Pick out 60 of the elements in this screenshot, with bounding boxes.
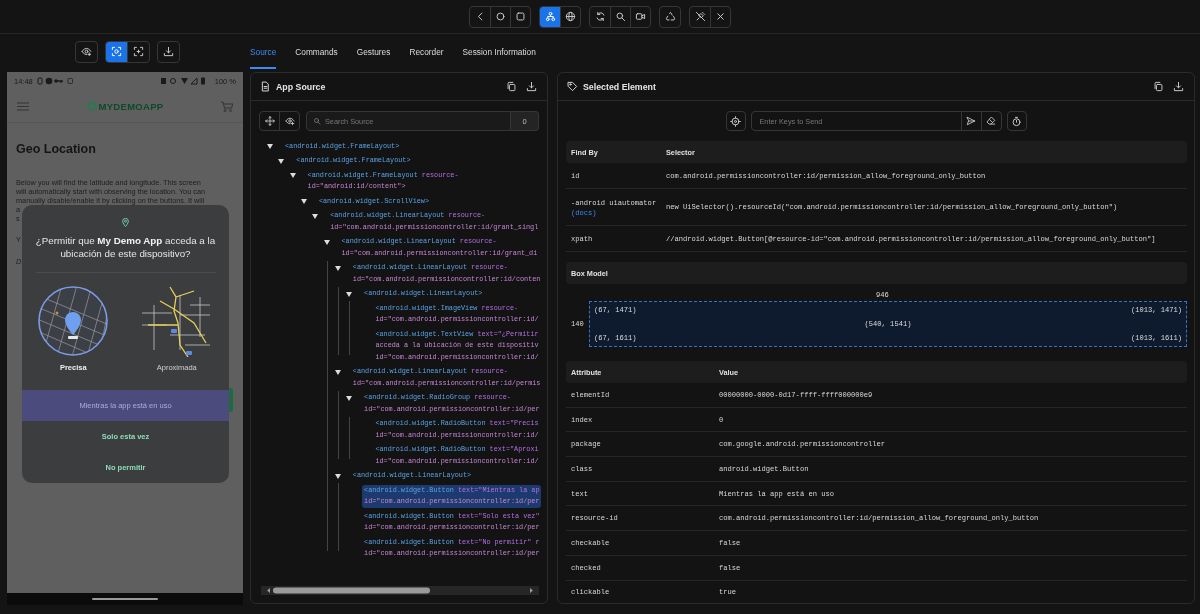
expanded-triangle-icon[interactable] [346, 395, 353, 401]
dialog-title: ¿Permitir que My Demo App acceda a la ubicación de este dispositivo? [34, 234, 217, 260]
expanded-triangle-icon[interactable] [346, 291, 353, 297]
timing-button[interactable] [1006, 111, 1027, 131]
tab[interactable]: Commands [295, 34, 338, 69]
eraser-icon [986, 116, 996, 126]
expanded-triangle-icon[interactable] [267, 144, 273, 149]
select-box-icon [111, 46, 122, 57]
video-camera-icon [635, 11, 646, 22]
expanded-triangle-icon[interactable] [334, 369, 341, 375]
stopwatch-icon [1011, 115, 1022, 127]
copy-button[interactable] [504, 79, 519, 94]
native-mode-button[interactable] [540, 6, 560, 27]
page-title: Geo Location [16, 142, 97, 157]
tab[interactable]: Gestures [356, 34, 391, 69]
refresh-icon [594, 11, 606, 22]
focus-icon [133, 46, 144, 57]
panel-title: Selected Element [583, 81, 657, 92]
app-logo: MYDEMOAPP [98, 100, 164, 112]
tag-icon [567, 81, 578, 92]
logo-icon [86, 101, 97, 111]
copy-icon [506, 81, 517, 92]
download-icon [526, 81, 537, 92]
horizontal-scrollbar[interactable] [261, 586, 539, 595]
tab[interactable]: Recorder [409, 34, 444, 69]
expanded-triangle-icon[interactable] [289, 173, 296, 178]
location-pin-icon [121, 218, 130, 227]
document-icon [260, 81, 271, 92]
send-icon [966, 116, 976, 126]
eye-plus-icon [81, 46, 92, 57]
expanded-triangle-icon[interactable] [334, 473, 341, 479]
tree-icon [544, 11, 556, 22]
slashed-plug-icon [694, 11, 706, 22]
expanded-triangle-icon[interactable] [300, 199, 307, 204]
select-elements-button[interactable] [106, 41, 127, 62]
globe-icon [565, 11, 576, 22]
crosshair-icon [730, 115, 741, 127]
eye-plus-icon [284, 116, 295, 126]
expanded-triangle-icon[interactable] [312, 213, 319, 219]
tap-element-button[interactable] [725, 111, 746, 131]
tab[interactable]: Session Information [462, 34, 536, 69]
close-icon [715, 11, 726, 22]
move-arrows-icon [264, 116, 275, 126]
copy-button[interactable] [1151, 79, 1166, 94]
expanded-triangle-icon[interactable] [323, 239, 330, 245]
download-button[interactable] [1171, 79, 1186, 94]
search-icon [615, 11, 626, 22]
tab[interactable]: Source [250, 34, 277, 69]
download-icon [163, 46, 174, 57]
triangle-arrows-icon [664, 11, 676, 22]
download-button[interactable] [524, 79, 539, 94]
button-edge [229, 388, 233, 412]
search-icon [313, 117, 321, 125]
expanded-triangle-icon[interactable] [278, 158, 285, 164]
panel-title: App Source [276, 81, 327, 92]
circle-icon [495, 11, 506, 22]
expanded-triangle-icon[interactable] [334, 265, 341, 271]
download-icon [1173, 81, 1184, 92]
square-icon [515, 11, 526, 22]
copy-icon [1153, 81, 1164, 92]
